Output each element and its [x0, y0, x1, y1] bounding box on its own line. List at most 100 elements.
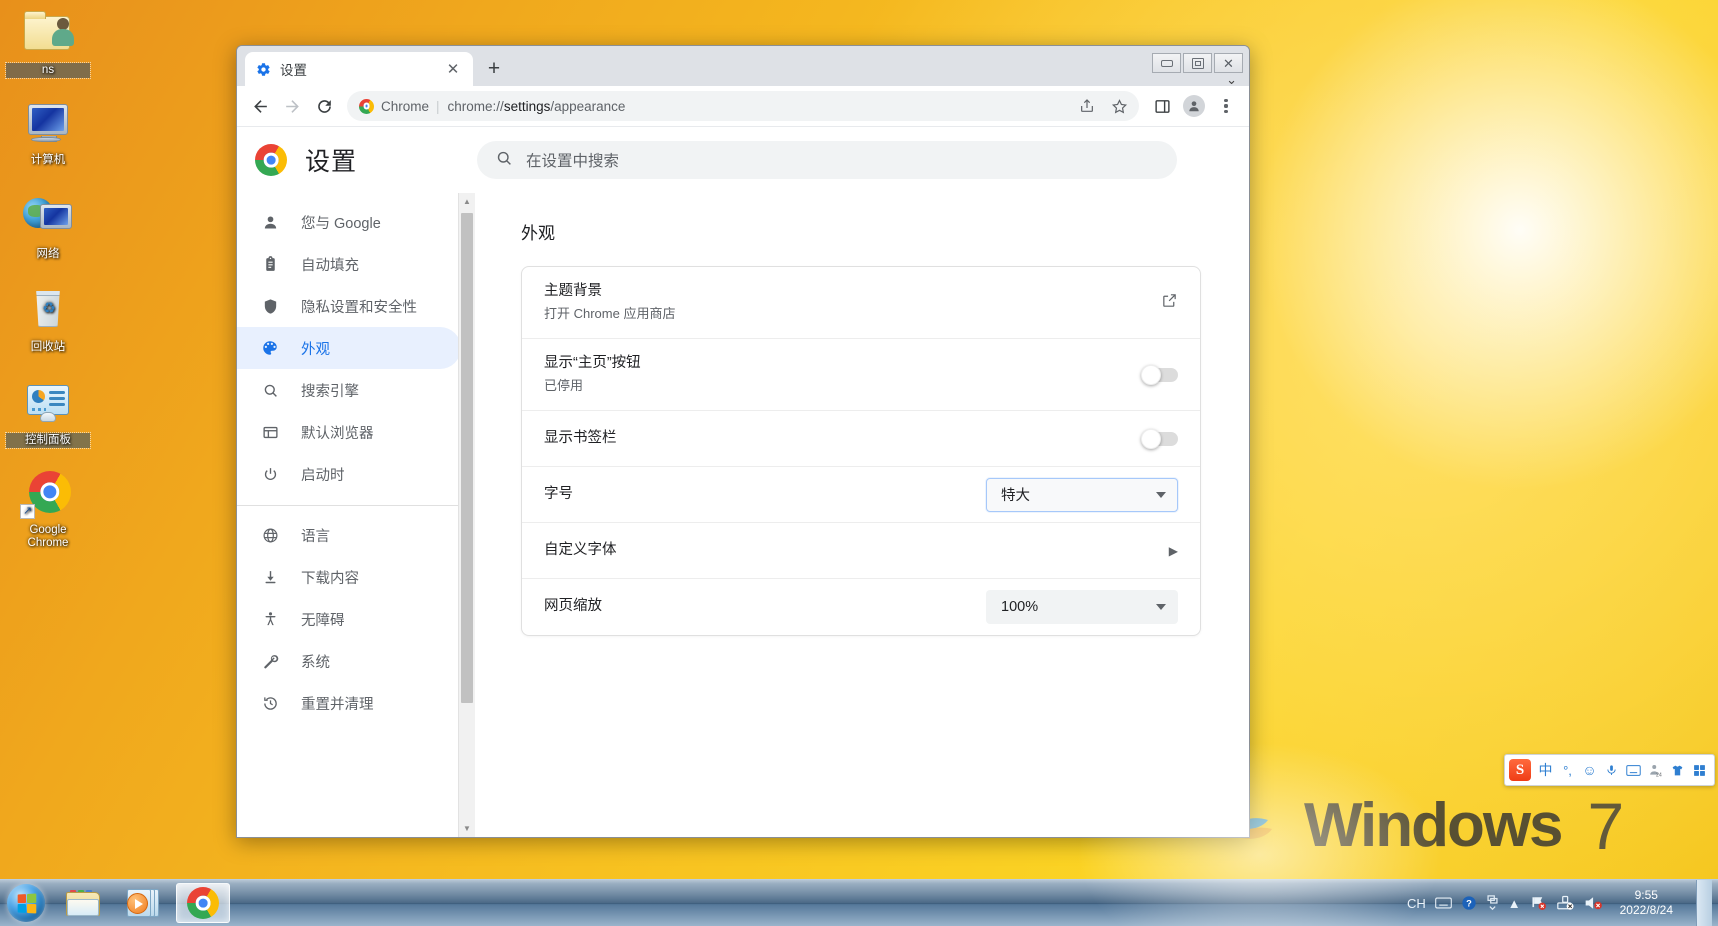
bookmark-star-icon[interactable] — [1107, 94, 1131, 118]
taskbar-item-media-player[interactable] — [116, 883, 170, 923]
windows-version: 7 — [1587, 789, 1625, 863]
ime-toolbox-icon[interactable] — [1689, 758, 1710, 782]
taskbar-item-file-explorer[interactable] — [56, 883, 110, 923]
accessibility-icon — [260, 609, 280, 629]
ime-mode-chinese[interactable]: 中 — [1535, 758, 1556, 782]
sidebar-item-label: 搜索引擎 — [301, 383, 359, 400]
scrollbar-thumb[interactable] — [461, 213, 473, 703]
sidebar-item-downloads[interactable]: 下载内容 — [237, 556, 461, 598]
font-size-value: 特大 — [1001, 488, 1030, 504]
close-window-button[interactable]: ✕ — [1214, 53, 1243, 73]
sidebar-item-on-startup[interactable]: 启动时 — [237, 453, 461, 495]
taskbar-item-google-chrome[interactable] — [176, 883, 230, 923]
browser-toolbar: Chrome | chrome://settings/appearance — [237, 86, 1249, 126]
show-hidden-icons-button[interactable] — [1486, 890, 1499, 916]
clock-date: 2022/8/24 — [1619, 903, 1673, 917]
three-dot-menu[interactable] — [1211, 91, 1241, 121]
font-size-select[interactable]: 特大 — [986, 477, 1178, 512]
ime-calendar-icon[interactable]: 24 — [1645, 758, 1666, 782]
show-home-button-toggle[interactable] — [1141, 364, 1178, 385]
site-identity-chip[interactable]: Chrome | — [359, 98, 440, 114]
keyboard-icon[interactable] — [1434, 890, 1452, 916]
sidebar-item-default-browser[interactable]: 默认浏览器 — [237, 411, 461, 453]
sidebar-item-you-and-google[interactable]: 您与 Google — [237, 201, 461, 243]
help-icon[interactable]: ? — [1461, 890, 1477, 916]
ime-voice-icon[interactable] — [1601, 758, 1622, 782]
row-show-home-button[interactable]: 显示“主页”按钮 已停用 — [522, 339, 1200, 411]
page-zoom-select[interactable]: 100% — [986, 590, 1178, 624]
sidebar-item-search-engine[interactable]: 搜索引擎 — [237, 369, 461, 411]
taskbar-clock[interactable]: 9:55 2022/8/24 — [1612, 888, 1681, 918]
windows-watermark: Windows 7 — [1228, 788, 1624, 864]
reload-button[interactable] — [309, 91, 339, 121]
desktop-icon-network[interactable]: 网络 — [6, 192, 90, 262]
ime-skin-icon[interactable] — [1667, 758, 1688, 782]
network-error-icon[interactable] — [1530, 890, 1548, 916]
desktop-icon-control-panel[interactable]: 控制面板 — [5, 378, 91, 449]
tab-settings[interactable]: 设置 ✕ — [245, 52, 473, 86]
person-icon — [260, 212, 280, 232]
sidebar-item-accessibility[interactable]: 无障碍 — [237, 598, 461, 640]
desktop-icon-label: 网络 — [36, 248, 60, 260]
row-font-size[interactable]: 字号 特大 — [522, 467, 1200, 523]
desktop-icon-ns[interactable]: ns — [5, 8, 91, 79]
address-bar[interactable]: Chrome | chrome://settings/appearance — [347, 91, 1139, 121]
ime-punctuation-icon[interactable]: °, — [1557, 758, 1578, 782]
tray-language-indicator[interactable]: CH — [1407, 890, 1426, 916]
appearance-settings-card: 主题背景 打开 Chrome 应用商店 显示“主页”按钮 已停用 显示书签栏 字… — [521, 266, 1201, 636]
profile-avatar[interactable] — [1179, 91, 1209, 121]
chrome-icon — [359, 98, 374, 114]
removable-media-icon[interactable] — [1556, 890, 1575, 916]
page-zoom-value: 100% — [1001, 599, 1039, 615]
desktop-icon-recycle-bin[interactable]: ♻ 回收站 — [6, 285, 90, 355]
desktop-icon-computer[interactable]: 计算机 — [6, 98, 90, 168]
sogou-input-toolbar[interactable]: S 中 °, ☺ 24 — [1504, 754, 1715, 786]
expand-tray-arrow-icon[interactable]: ▲ — [1508, 890, 1521, 916]
search-input[interactable]: 在设置中搜索 — [477, 141, 1177, 179]
minimize-button[interactable] — [1152, 53, 1181, 73]
scroll-up-arrow-icon[interactable]: ▲ — [459, 193, 475, 210]
open-in-new-tab-icon[interactable] — [1161, 292, 1178, 314]
desktop-icon-google-chrome[interactable]: ↗ Google Chrome — [6, 468, 90, 551]
side-panel-icon[interactable] — [1147, 91, 1177, 121]
forward-button[interactable] — [277, 91, 307, 121]
ime-keyboard-icon[interactable] — [1623, 758, 1644, 782]
row-page-zoom[interactable]: 网页缩放 100% — [522, 579, 1200, 635]
sidebar-item-label: 默认浏览器 — [301, 425, 374, 442]
sidebar-item-autofill[interactable]: 自动填充 — [237, 243, 461, 285]
chrome-icon — [187, 887, 219, 919]
address-bar-url: chrome://settings/appearance — [448, 99, 626, 114]
close-tab-button[interactable]: ✕ — [443, 59, 463, 79]
sidebar-item-appearance[interactable]: 外观 — [237, 327, 461, 369]
sidebar-item-reset-cleanup[interactable]: 重置并清理 — [237, 682, 461, 724]
sidebar-item-system[interactable]: 系统 — [237, 640, 461, 682]
show-bookmarks-bar-toggle[interactable] — [1141, 428, 1178, 449]
settings-nav-group-1: 您与 Google 自动填充 隐私设置和安全性 外观 搜索引擎 默认浏览器 启动… — [237, 201, 475, 495]
volume-muted-icon[interactable] — [1584, 890, 1603, 916]
scroll-down-arrow-icon[interactable]: ▼ — [459, 820, 475, 837]
sidebar-item-label: 系统 — [301, 654, 330, 671]
windows-wordmark: Windows — [1304, 791, 1564, 860]
windows-taskbar: CH ? ▲ 9:55 2022/8/24 — [0, 879, 1718, 926]
sidebar-item-languages[interactable]: 语言 — [237, 514, 461, 556]
show-desktop-button[interactable] — [1696, 879, 1712, 926]
maximize-button[interactable] — [1183, 53, 1212, 73]
browser-window-icon — [260, 422, 280, 442]
window-controls: ✕ — [1152, 53, 1243, 73]
row-customize-fonts[interactable]: 自定义字体 ▶ — [522, 523, 1200, 579]
new-tab-button[interactable]: + — [479, 53, 509, 83]
row-show-bookmarks-bar[interactable]: 显示书签栏 — [522, 411, 1200, 467]
desktop: Windows 7 ns 计算机 网络 ♻ 回收站 控制面板 ↗ Google … — [0, 0, 1718, 926]
sogou-logo-icon[interactable]: S — [1509, 759, 1531, 781]
sidebar-scrollbar[interactable]: ▲ ▼ — [458, 193, 475, 837]
system-tray: CH ? ▲ 9:55 2022/8/24 — [1407, 879, 1718, 926]
power-icon — [260, 464, 280, 484]
chevron-right-icon[interactable]: ▶ — [1169, 544, 1178, 558]
back-button[interactable] — [245, 91, 275, 121]
tab-search-chevron-icon[interactable]: ⌄ — [1226, 73, 1237, 86]
start-button[interactable] — [2, 881, 50, 925]
ime-emoji-icon[interactable]: ☺ — [1579, 758, 1600, 782]
row-theme[interactable]: 主题背景 打开 Chrome 应用商店 — [522, 267, 1200, 339]
share-icon[interactable] — [1075, 94, 1099, 118]
sidebar-item-privacy-security[interactable]: 隐私设置和安全性 — [237, 285, 461, 327]
